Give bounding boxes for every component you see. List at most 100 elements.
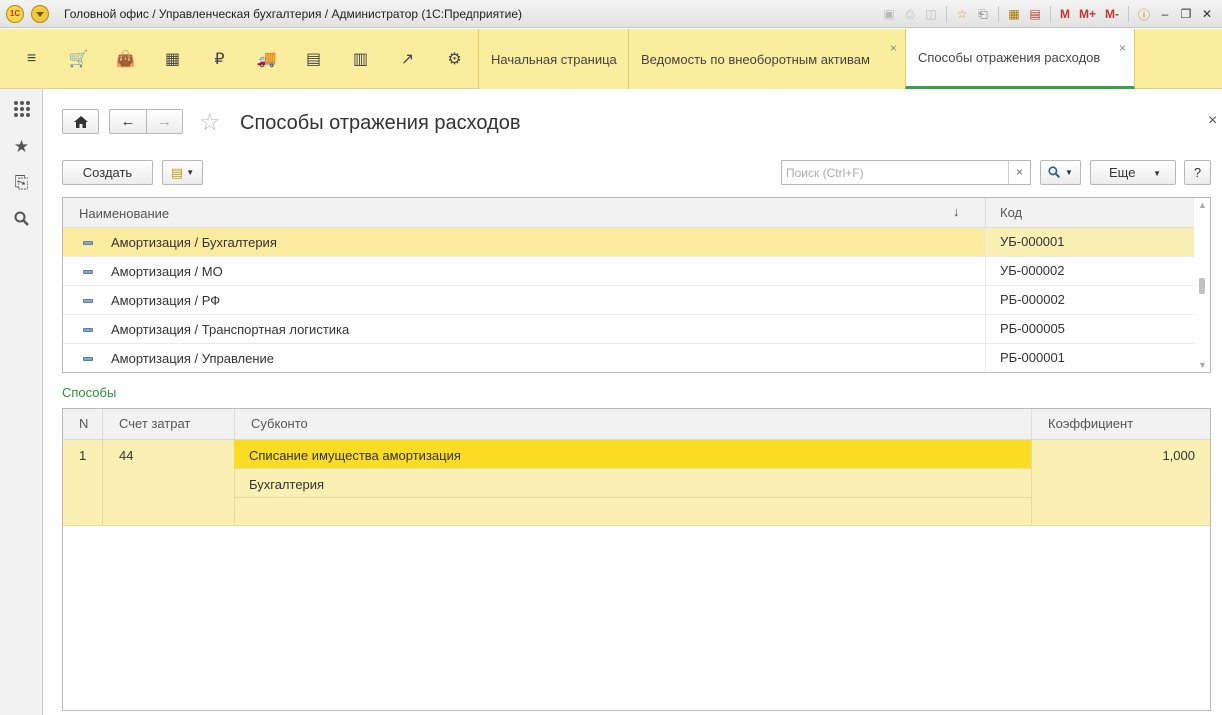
methods-table[interactable]: N Счет затрат Субконто Коэффициент 1 44 … bbox=[62, 408, 1211, 711]
separator bbox=[997, 6, 999, 22]
search-icon[interactable] bbox=[0, 207, 43, 231]
table-row[interactable]: Амортизация / РФ РБ-000002 bbox=[63, 286, 1194, 315]
column-subconto-header[interactable]: Субконто bbox=[234, 409, 1031, 440]
info-icon[interactable]: ⓘ bbox=[1135, 5, 1153, 23]
memory-button[interactable]: M bbox=[1057, 5, 1073, 23]
memory-plus-button[interactable]: M+ bbox=[1076, 5, 1099, 23]
search-placeholder: Поиск (Ctrl+F) bbox=[786, 166, 864, 180]
help-button[interactable]: ? bbox=[1184, 160, 1211, 185]
scroll-down-icon[interactable]: ▼ bbox=[1198, 360, 1207, 370]
row-code: УБ-000001 bbox=[985, 228, 1194, 256]
page-title: Способы отражения расходов bbox=[240, 112, 521, 134]
list-header: Наименование ↓ Код bbox=[63, 198, 1194, 228]
coefficient-cell[interactable]: 1,000 bbox=[1031, 448, 1195, 463]
tab-expense-methods[interactable]: Способы отражения расходов × bbox=[905, 29, 1135, 89]
cart-icon[interactable]: 🛒 bbox=[55, 29, 102, 89]
expense-account-cell[interactable]: 44 bbox=[119, 448, 133, 463]
catalog-item-icon bbox=[83, 270, 93, 274]
table-row[interactable]: Амортизация / МО УБ-000002 bbox=[63, 257, 1194, 286]
close-icon[interactable]: × bbox=[890, 41, 897, 55]
app-logo-icon: 1С bbox=[6, 5, 24, 23]
apps-grid-icon[interactable] bbox=[0, 97, 43, 121]
print-icon[interactable]: ⎙ bbox=[901, 5, 919, 23]
table-row[interactable]: Амортизация / Транспортная логистика РБ-0… bbox=[63, 315, 1194, 344]
grid-icon[interactable]: ▦ bbox=[149, 29, 196, 89]
subconto-2-cell[interactable]: Бухгалтерия bbox=[249, 477, 324, 492]
bag-icon[interactable]: 👜 bbox=[102, 29, 149, 89]
window-titlebar: 1С Головной офис / Управленческая бухгал… bbox=[0, 0, 1222, 28]
clear-search-icon[interactable]: × bbox=[1008, 161, 1030, 184]
create-button[interactable]: Создать bbox=[62, 160, 153, 185]
gear-icon[interactable]: ⚙ bbox=[431, 29, 478, 89]
close-window-icon[interactable]: ✕ bbox=[1198, 5, 1216, 23]
list-scrollbar[interactable]: ▲ ▼ bbox=[1194, 198, 1210, 372]
subconto-1-cell[interactable]: Списание имущества амортизация bbox=[249, 448, 461, 463]
minimize-icon[interactable]: – bbox=[1156, 5, 1174, 23]
truck-icon[interactable]: 🚚 bbox=[243, 29, 290, 89]
fill-menu-button[interactable]: ▤ ▼ bbox=[162, 160, 203, 185]
close-form-icon[interactable]: × bbox=[1208, 112, 1217, 130]
scroll-thumb[interactable] bbox=[1199, 278, 1205, 294]
section-caption: Способы bbox=[62, 385, 117, 400]
trend-icon[interactable]: ↗ bbox=[384, 29, 431, 89]
column-n-header[interactable]: N bbox=[63, 409, 102, 440]
row-name: Амортизация / Управление bbox=[111, 351, 275, 366]
save-icon[interactable]: ▣ bbox=[880, 5, 898, 23]
table-row[interactable]: Амортизация / Управление РБ-000001 bbox=[63, 344, 1194, 372]
window-title: Головной офис / Управленческая бухгалтер… bbox=[64, 7, 523, 21]
more-label: Еще bbox=[1109, 165, 1136, 180]
main-menu-button[interactable] bbox=[31, 5, 49, 23]
link-icon[interactable]: ⎗ bbox=[974, 5, 992, 23]
row-name: Амортизация / МО bbox=[111, 264, 223, 279]
forward-button[interactable]: → bbox=[146, 109, 183, 134]
arrow-left-icon: ← bbox=[120, 113, 136, 130]
catalog-item-icon bbox=[83, 241, 93, 245]
help-label: ? bbox=[1193, 165, 1202, 180]
restore-icon[interactable]: ❐ bbox=[1177, 5, 1195, 23]
tab-home[interactable]: Начальная страница bbox=[478, 29, 628, 89]
memory-minus-button[interactable]: M- bbox=[1102, 5, 1122, 23]
column-coef-header[interactable]: Коэффициент bbox=[1031, 409, 1210, 440]
close-icon[interactable]: × bbox=[1119, 41, 1126, 55]
expense-methods-list[interactable]: Наименование ↓ Код Амортизация / Бухгалт… bbox=[62, 197, 1211, 373]
chevron-down-icon: ▼ bbox=[1065, 168, 1073, 177]
documents-icon[interactable]: ▤ bbox=[290, 29, 337, 89]
favorites-star-icon[interactable]: ★ bbox=[0, 135, 43, 159]
add-favorite-icon[interactable]: ☆ bbox=[953, 5, 971, 23]
separator bbox=[945, 6, 947, 22]
row-code: РБ-000002 bbox=[985, 286, 1194, 314]
catalog-item-icon bbox=[83, 299, 93, 303]
divider bbox=[234, 497, 1031, 498]
row-code: РБ-000005 bbox=[985, 315, 1194, 343]
more-button[interactable]: Еще ▼ bbox=[1090, 160, 1176, 185]
search-options-button[interactable]: ▼ bbox=[1040, 160, 1081, 185]
calendar-icon[interactable]: ▤ bbox=[1026, 5, 1044, 23]
bar-chart-icon[interactable]: ▥ bbox=[337, 29, 384, 89]
calculator-icon[interactable]: ▦ bbox=[1005, 5, 1023, 23]
ruble-icon[interactable]: ₽ bbox=[196, 29, 243, 89]
titlebar-tools: ▣ ⎙ ◫ ☆ ⎗ ▦ ▤ M M+ M- ⓘ – ❐ ✕ bbox=[880, 4, 1216, 24]
catalog-item-icon bbox=[83, 357, 93, 361]
table-row[interactable]: Амортизация / Бухгалтерия УБ-000001 bbox=[63, 228, 1194, 257]
separator bbox=[1049, 6, 1051, 22]
column-account-header[interactable]: Счет затрат bbox=[102, 409, 234, 440]
search-icon bbox=[1048, 166, 1061, 179]
history-icon[interactable]: ⎘ bbox=[0, 171, 43, 195]
home-button[interactable] bbox=[62, 109, 99, 134]
back-button[interactable]: ← bbox=[109, 109, 146, 134]
preview-icon[interactable]: ◫ bbox=[922, 5, 940, 23]
section-buttons: ≡ 🛒 👜 ▦ ₽ 🚚 ▤ ▥ ↗ ⚙ bbox=[8, 29, 478, 89]
column-name-header[interactable]: Наименование bbox=[79, 206, 169, 221]
divider bbox=[102, 440, 103, 526]
search-input[interactable]: Поиск (Ctrl+F) × bbox=[781, 160, 1031, 185]
favorite-star-icon[interactable]: ☆ bbox=[199, 108, 221, 137]
arrow-right-icon: → bbox=[157, 113, 172, 130]
chevron-down-icon: ▼ bbox=[1153, 169, 1161, 178]
menu-icon[interactable]: ≡ bbox=[8, 29, 55, 89]
divider bbox=[234, 468, 1031, 469]
row-name: Амортизация / РФ bbox=[111, 293, 221, 308]
scroll-up-icon[interactable]: ▲ bbox=[1198, 200, 1207, 210]
left-panel: ★ ⎘ bbox=[0, 89, 43, 715]
tab-fixed-assets-report[interactable]: Ведомость по внеоборотным активам × bbox=[628, 29, 905, 89]
column-code-header[interactable]: Код bbox=[985, 198, 1194, 228]
